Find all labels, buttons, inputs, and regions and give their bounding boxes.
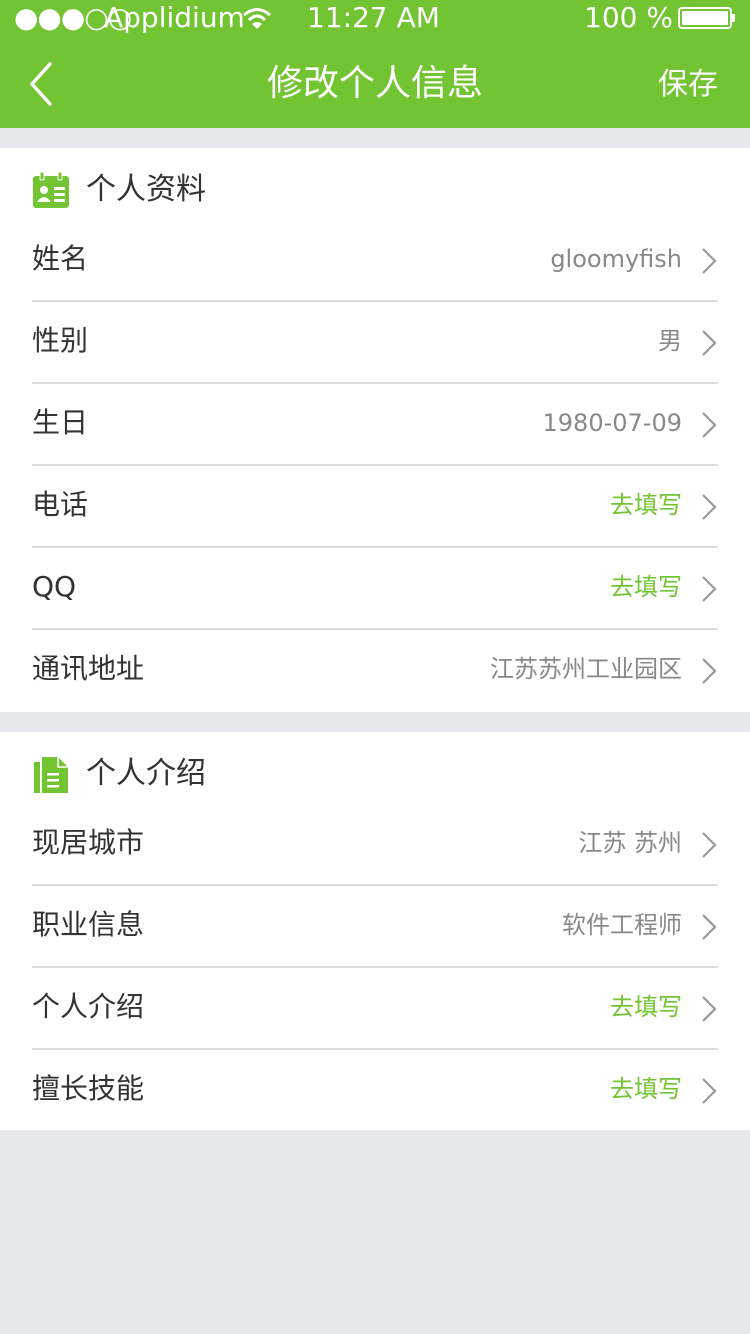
contact-card-icon: [33, 172, 69, 208]
chevron-right-icon: [702, 412, 717, 438]
wifi-icon: [243, 8, 271, 29]
profile-section-header: 个人资料: [0, 148, 750, 220]
profile-row-gender[interactable]: 性别 男: [0, 302, 750, 384]
profile-row-name[interactable]: 姓名 gloomyfish: [0, 220, 750, 302]
battery-icon: [678, 7, 735, 29]
back-button[interactable]: [20, 56, 70, 112]
row-value: 江苏 苏州: [578, 829, 682, 857]
profile-section: 个人资料 姓名 gloomyfish 性别 男 生日 1980-07-09 电话…: [0, 148, 750, 712]
profile-row-qq[interactable]: QQ 去填写: [0, 548, 750, 630]
row-label: 姓名: [32, 242, 89, 275]
carrier-name: Applidium: [104, 1, 245, 34]
intro-section-title: 个人介绍: [86, 756, 206, 791]
row-label: 电话: [32, 488, 89, 521]
row-label: 性别: [32, 324, 89, 357]
intro-section-header: 个人介绍: [0, 732, 750, 804]
row-value-placeholder: 去填写: [610, 491, 682, 519]
page-title: 修改个人信息: [266, 63, 483, 104]
row-label: 职业信息: [32, 908, 145, 941]
profile-row-address[interactable]: 通讯地址 江苏苏州工业园区: [0, 630, 750, 712]
row-value: gloomyfish: [550, 245, 682, 273]
status-time: 11:27 AM: [307, 1, 440, 34]
chevron-right-icon: [702, 576, 717, 602]
intro-row-city[interactable]: 现居城市 江苏 苏州: [0, 804, 750, 886]
chevron-left-icon: [30, 62, 52, 106]
intro-row-skills[interactable]: 擅长技能 去填写: [0, 1050, 750, 1132]
row-value: 男: [658, 327, 682, 355]
chevron-right-icon: [702, 658, 717, 684]
nav-bar: ●●●○○ Applidium 11:27 AM 100 % 修改个人信息 保存: [0, 0, 750, 128]
intro-row-occupation[interactable]: 职业信息 软件工程师: [0, 886, 750, 968]
chevron-right-icon: [702, 914, 717, 940]
chevron-right-icon: [702, 248, 717, 274]
row-label: 通讯地址: [32, 652, 145, 685]
row-value: 软件工程师: [562, 911, 682, 939]
row-label: 擅长技能: [32, 1072, 145, 1105]
chevron-right-icon: [702, 494, 717, 520]
row-label: 个人介绍: [32, 990, 145, 1023]
battery-percent: 100 %: [584, 1, 673, 34]
profile-row-birthday[interactable]: 生日 1980-07-09: [0, 384, 750, 466]
chevron-right-icon: [702, 832, 717, 858]
profile-section-title: 个人资料: [86, 172, 206, 207]
chevron-right-icon: [702, 1078, 717, 1104]
row-label: 现居城市: [32, 826, 145, 859]
intro-row-bio[interactable]: 个人介绍 去填写: [0, 968, 750, 1050]
intro-section: 个人介绍 现居城市 江苏 苏州 职业信息 软件工程师 个人介绍 去填写 擅长技能…: [0, 732, 750, 1130]
row-label: 生日: [32, 406, 89, 439]
save-button[interactable]: 保存: [658, 60, 718, 110]
row-value: 1980-07-09: [542, 409, 682, 437]
chevron-right-icon: [702, 996, 717, 1022]
chevron-right-icon: [702, 330, 717, 356]
row-label: QQ: [32, 570, 77, 603]
row-value-placeholder: 去填写: [610, 1075, 682, 1103]
profile-row-phone[interactable]: 电话 去填写: [0, 466, 750, 548]
row-value-placeholder: 去填写: [610, 993, 682, 1021]
status-bar: ●●●○○ Applidium 11:27 AM 100 %: [0, 0, 750, 36]
row-value-placeholder: 去填写: [610, 573, 682, 601]
row-value: 江苏苏州工业园区: [490, 655, 682, 683]
document-icon: [34, 757, 68, 793]
